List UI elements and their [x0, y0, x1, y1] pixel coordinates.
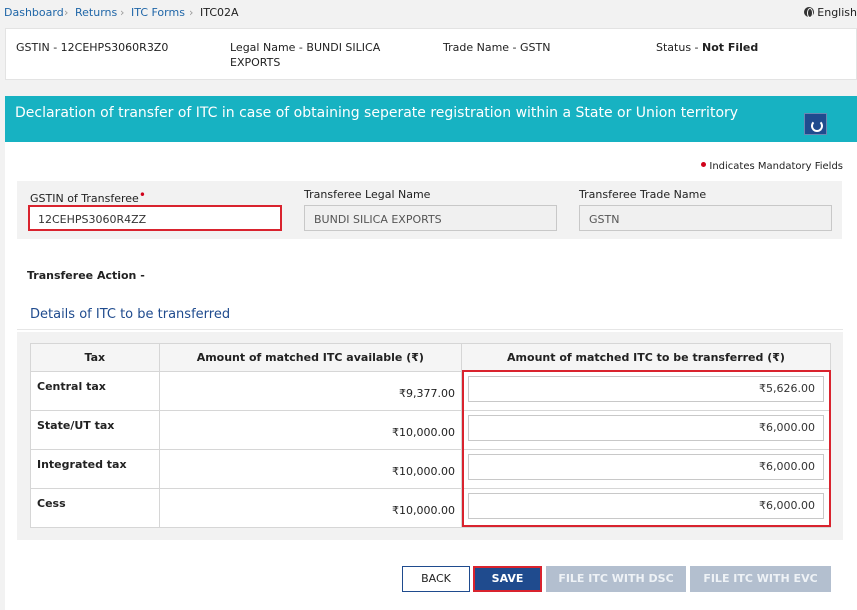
globe-icon — [804, 7, 815, 18]
page-title: Declaration of transfer of ITC in case o… — [15, 105, 739, 121]
transfer-amount-input-state[interactable]: ₹6,000.00 — [467, 415, 824, 441]
transfer-amount-input-central[interactable]: ₹5,626.00 — [467, 376, 824, 402]
available-amount-cell: ₹9,377.00 — [158, 371, 462, 411]
breadcrumb-dashboard-link[interactable]: Dashboard — [4, 6, 64, 19]
table-row: Integrated tax ₹10,000.00 ₹6,000.00 — [30, 449, 832, 489]
transferee-trade-name-field: GSTN — [579, 205, 832, 231]
mandatory-note-text: Indicates Mandatory Fields — [709, 161, 843, 172]
transferee-legal-name-field: BUNDI SILICA EXPORTS — [304, 205, 557, 231]
back-button[interactable]: BACK — [402, 566, 470, 592]
file-itc-evc-button[interactable]: FILE ITC WITH EVC — [690, 566, 831, 592]
trade-name-info: Trade Name - GSTN — [443, 41, 551, 54]
gstin-transferee-label: GSTIN of Transferee• — [30, 188, 146, 205]
tax-name-cell: Central tax — [30, 371, 160, 411]
legal-name-info: Legal Name - BUNDI SILICA EXPORTS — [230, 40, 380, 70]
transferee-action-label: Transferee Action - — [27, 269, 145, 282]
transferee-trade-name-label: Transferee Trade Name — [579, 188, 707, 201]
header-tax: Tax — [30, 343, 160, 372]
gstin-transferee-input[interactable]: 12CEHPS3060R4ZZ — [28, 205, 282, 231]
itc-table: Tax Amount of matched ITC available (₹) … — [30, 343, 832, 528]
available-amount-cell: ₹10,000.00 — [158, 410, 462, 450]
language-selector[interactable]: English — [804, 6, 857, 19]
breadcrumb-separator: › — [189, 6, 194, 19]
transfer-amount-cell: ₹6,000.00 — [460, 410, 832, 450]
table-row: Central tax ₹9,377.00 ₹5,626.00 — [30, 371, 832, 411]
legal-name-line1: Legal Name - BUNDI SILICA — [230, 41, 381, 54]
language-label: English — [817, 6, 857, 19]
transferee-legal-name-label: Transferee Legal Name — [304, 188, 431, 201]
breadcrumb-separator: › — [64, 6, 69, 19]
breadcrumb: Dashboard › Returns › ITC Forms › ITC02A… — [0, 0, 857, 26]
transfer-amount-cell: ₹5,626.00 — [460, 371, 832, 411]
refresh-button[interactable] — [804, 113, 827, 135]
save-button[interactable]: SAVE — [473, 566, 542, 592]
header-transfer: Amount of matched ITC to be transferred … — [460, 343, 832, 372]
table-row: Cess ₹10,000.00 ₹6,000.00 — [30, 488, 832, 528]
transfer-amount-input-cess[interactable]: ₹6,000.00 — [467, 493, 824, 519]
tax-name-cell: State/UT tax — [30, 410, 160, 450]
breadcrumb-separator: › — [120, 6, 125, 19]
legal-name-line2: EXPORTS — [230, 56, 281, 69]
file-itc-dsc-button[interactable]: FILE ITC WITH DSC — [546, 566, 686, 592]
tax-name-cell: Cess — [30, 488, 160, 528]
breadcrumb-returns-link[interactable]: Returns — [75, 6, 117, 19]
tax-name-cell: Integrated tax — [30, 449, 160, 489]
transfer-amount-input-integrated[interactable]: ₹6,000.00 — [467, 454, 824, 480]
available-amount-cell: ₹10,000.00 — [158, 449, 462, 489]
section-title: Details of ITC to be transferred — [30, 307, 231, 322]
header-available: Amount of matched ITC available (₹) — [158, 343, 462, 372]
table-header-row: Tax Amount of matched ITC available (₹) … — [30, 343, 832, 372]
required-dot-icon — [701, 162, 707, 167]
status-label: Status - — [656, 41, 703, 54]
transfer-amount-cell: ₹6,000.00 — [460, 449, 832, 489]
gstin-transferee-label-text: GSTIN of Transferee — [30, 192, 139, 205]
required-icon: • — [138, 188, 146, 202]
section-divider — [17, 329, 843, 330]
table-row: State/UT tax ₹10,000.00 ₹6,000.00 — [30, 410, 832, 450]
breadcrumb-itc-forms-link[interactable]: ITC Forms — [131, 6, 185, 19]
taxpayer-info-bar: GSTIN - 12CEHPS3060R3Z0 Legal Name - BUN… — [5, 28, 857, 80]
transfer-amount-cell: ₹6,000.00 — [460, 488, 832, 528]
gstin-info: GSTIN - 12CEHPS3060R3Z0 — [16, 41, 169, 54]
mandatory-note: Indicates Mandatory Fields — [701, 161, 843, 172]
status-info: Status - Not Filed — [656, 40, 758, 55]
page-title-banner: Declaration of transfer of ITC in case o… — [5, 96, 857, 142]
breadcrumb-current: ITC02A — [200, 6, 239, 19]
status-badge: Not Filed — [702, 41, 759, 54]
available-amount-cell: ₹10,000.00 — [158, 488, 462, 528]
